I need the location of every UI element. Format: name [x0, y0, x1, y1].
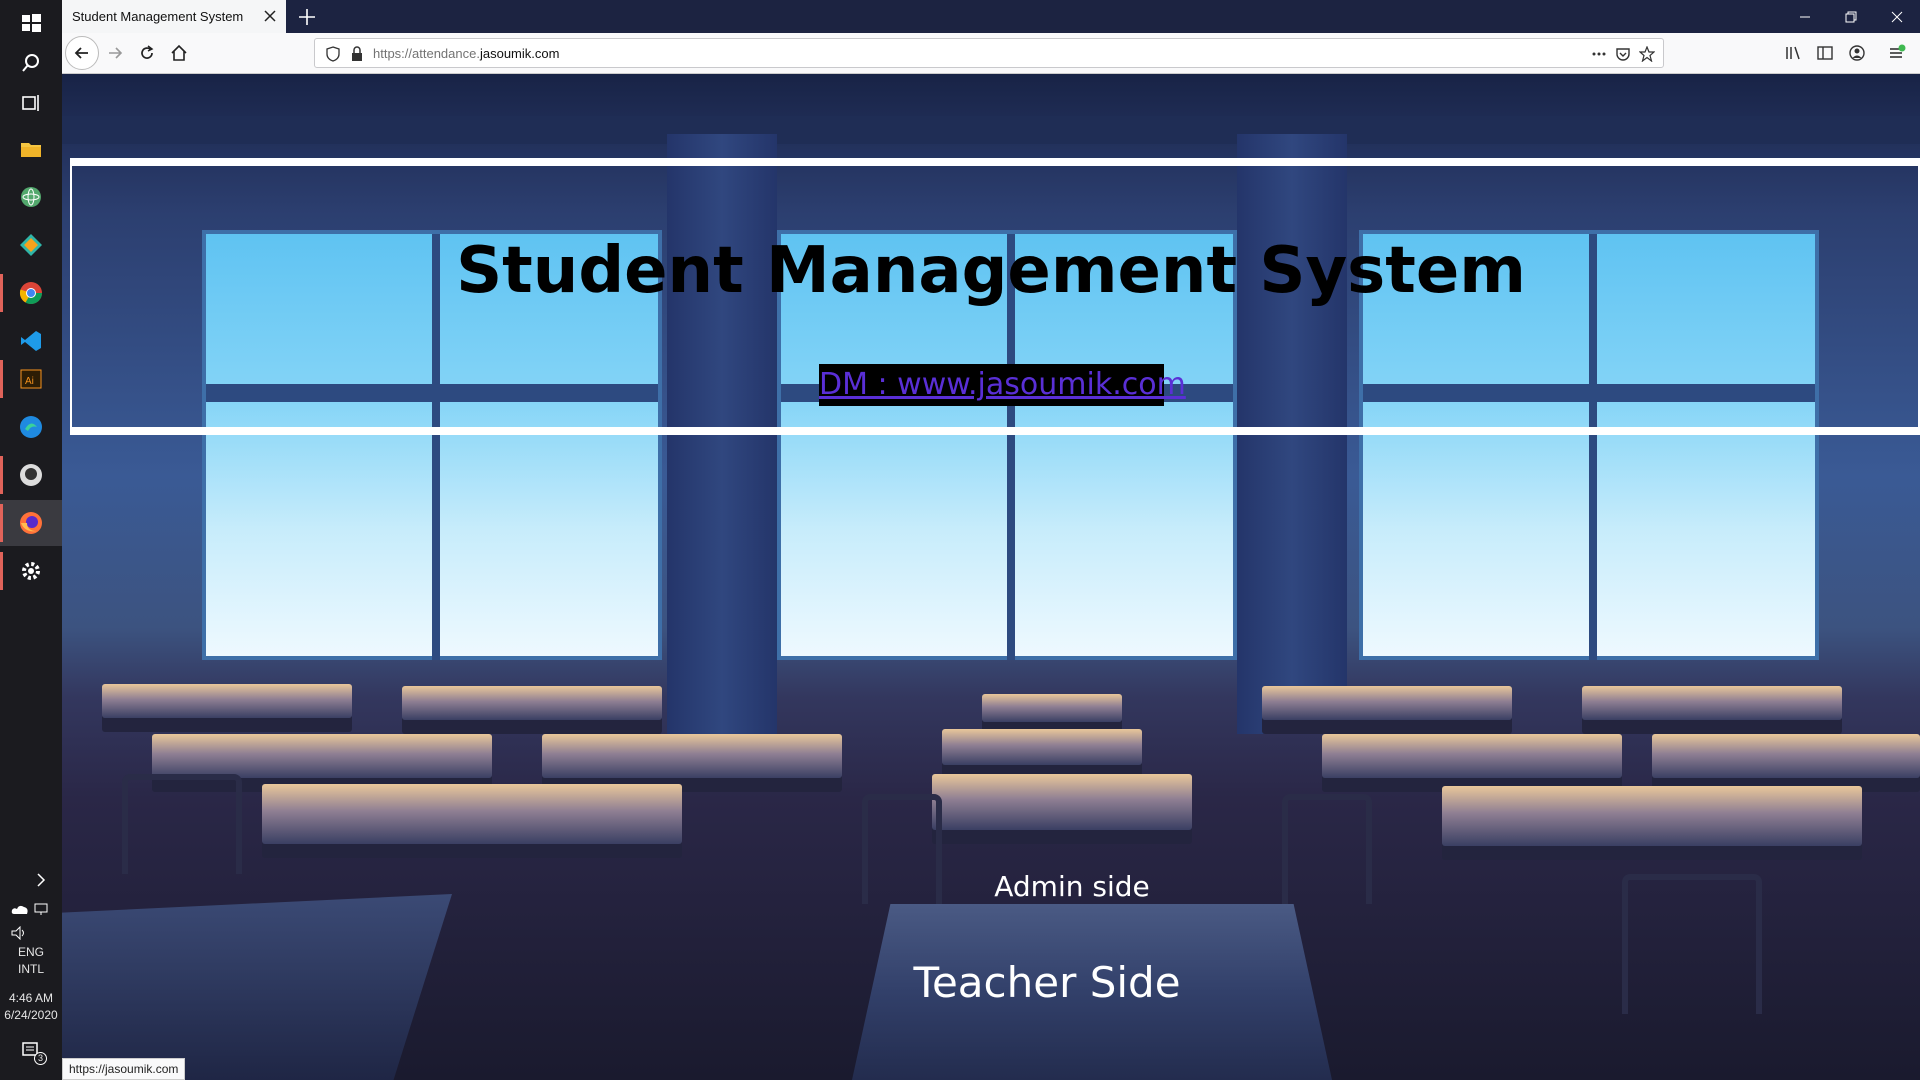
- page-viewport: Student Management System DM : www.jasou…: [62, 74, 1920, 1080]
- tray-icons-row: [0, 902, 62, 924]
- account-icon[interactable]: [1848, 44, 1866, 62]
- taskbar-atom[interactable]: [0, 174, 62, 220]
- link-status-bar: https://jasoumik.com: [62, 1058, 186, 1080]
- taskbar-edge[interactable]: [0, 404, 62, 450]
- volume-button[interactable]: [0, 925, 62, 946]
- language-indicator[interactable]: ENG INTL: [0, 944, 62, 978]
- classroom-chair: [1282, 794, 1372, 904]
- taskbar-settings[interactable]: [0, 548, 62, 594]
- taskbar-gitkraken[interactable]: [0, 222, 62, 268]
- classroom-desk: [1582, 686, 1842, 720]
- classroom-desk: [942, 729, 1142, 765]
- sidebar-icon[interactable]: [1816, 44, 1834, 62]
- classroom-desk: [932, 774, 1192, 830]
- forward-button[interactable]: [100, 38, 130, 68]
- dm-website-link[interactable]: DM : www.jasoumik.com: [819, 364, 1186, 406]
- classroom-desk: [982, 694, 1122, 722]
- tab-title: Student Management System: [72, 9, 244, 24]
- classroom-desk: [402, 686, 662, 720]
- close-window-button[interactable]: [1874, 0, 1920, 33]
- clock-time: 4:46 AM: [8, 991, 54, 1005]
- classroom-front-desk: [62, 894, 452, 1080]
- windows-taskbar: Ai ENG INTL 4:46 AM 6/24/2020 3: [0, 0, 62, 1080]
- notification-count-badge: 3: [34, 1052, 47, 1065]
- taskbar-illustrator[interactable]: Ai: [0, 356, 62, 402]
- network-icon[interactable]: [33, 902, 51, 916]
- back-button[interactable]: [65, 36, 99, 70]
- teacher-side-link[interactable]: Teacher Side: [892, 958, 1202, 1007]
- more-dots-icon[interactable]: [1591, 46, 1607, 62]
- pocket-icon[interactable]: [1615, 46, 1631, 62]
- classroom-desk: [1262, 686, 1512, 720]
- clock[interactable]: 4:46 AM 6/24/2020: [0, 990, 62, 1024]
- classroom-desk: [102, 684, 352, 718]
- firefox-icon: [20, 512, 42, 534]
- atom-icon: [21, 187, 41, 207]
- svg-text:Ai: Ai: [25, 376, 34, 387]
- vscode-icon: [21, 331, 41, 351]
- navigation-toolbar: https://attendance.jasoumik.com: [62, 33, 1920, 74]
- new-tab-plus-icon[interactable]: [296, 6, 318, 28]
- task-view-button[interactable]: [0, 80, 62, 126]
- speaker-icon: [11, 925, 24, 941]
- restore-button[interactable]: [1828, 0, 1874, 33]
- taskbar-firefox[interactable]: [0, 500, 62, 546]
- url-host: jasoumik.com: [479, 46, 560, 61]
- home-button[interactable]: [164, 38, 194, 68]
- hamburger-menu-icon[interactable]: [1888, 44, 1906, 62]
- classroom-desk: [1652, 734, 1920, 778]
- task-view-icon: [22, 95, 39, 111]
- classroom-desk: [542, 734, 842, 778]
- notifications-button[interactable]: 3: [0, 1040, 62, 1070]
- url-text[interactable]: https://attendance.jasoumik.com: [373, 46, 559, 61]
- classroom-chair: [122, 774, 242, 874]
- taskbar-chrome[interactable]: [0, 270, 62, 316]
- admin-side-link[interactable]: Admin side: [922, 870, 1222, 903]
- reload-button[interactable]: [132, 38, 162, 68]
- search-icon: [22, 54, 39, 72]
- tab-strip: Student Management System: [62, 0, 1920, 33]
- close-tab-icon[interactable]: [262, 8, 278, 24]
- address-bar[interactable]: https://attendance.jasoumik.com: [314, 38, 1664, 68]
- shield-icon[interactable]: [325, 46, 341, 62]
- restore-icon: [1845, 11, 1857, 22]
- library-icon[interactable]: [1784, 44, 1802, 62]
- git-diamond-icon: [20, 234, 42, 256]
- classroom-chair: [1622, 874, 1762, 1014]
- chrome-icon: [19, 282, 42, 304]
- language-code: ENG: [17, 945, 44, 959]
- minimize-button[interactable]: [1782, 0, 1828, 33]
- lock-icon[interactable]: [349, 46, 365, 62]
- page-title: Student Management System: [456, 234, 1526, 308]
- windows-logo-icon: [22, 14, 41, 32]
- github-icon: [20, 464, 42, 486]
- folder-icon: [21, 143, 41, 157]
- illustrator-icon: Ai: [20, 369, 42, 389]
- tray-expand-button[interactable]: [0, 872, 62, 898]
- arrow-right-icon: [109, 47, 123, 59]
- edge-icon: [20, 416, 42, 438]
- minimize-icon: [1800, 16, 1810, 17]
- star-bookmark-icon[interactable]: [1639, 46, 1655, 62]
- reload-icon: [141, 45, 154, 59]
- url-prefix: https://attendance.: [373, 46, 480, 61]
- language-layout: INTL: [17, 962, 44, 976]
- arrow-left-icon: [74, 47, 88, 59]
- close-icon: [1891, 11, 1903, 22]
- home-icon: [171, 44, 187, 61]
- classroom-desk: [262, 784, 682, 844]
- classroom-ceiling-beam: [62, 116, 1920, 144]
- chevron-right-icon: [37, 873, 46, 887]
- onedrive-cloud-icon[interactable]: [11, 902, 29, 916]
- classroom-desk: [1322, 734, 1622, 778]
- gear-icon: [22, 562, 40, 580]
- taskbar-github[interactable]: [0, 452, 62, 498]
- clock-date: 6/24/2020: [4, 1008, 58, 1022]
- classroom-desk: [152, 734, 492, 778]
- classroom-desk: [1442, 786, 1862, 846]
- taskbar-file-explorer[interactable]: [0, 126, 62, 172]
- tab-student-management[interactable]: Student Management System: [62, 0, 286, 33]
